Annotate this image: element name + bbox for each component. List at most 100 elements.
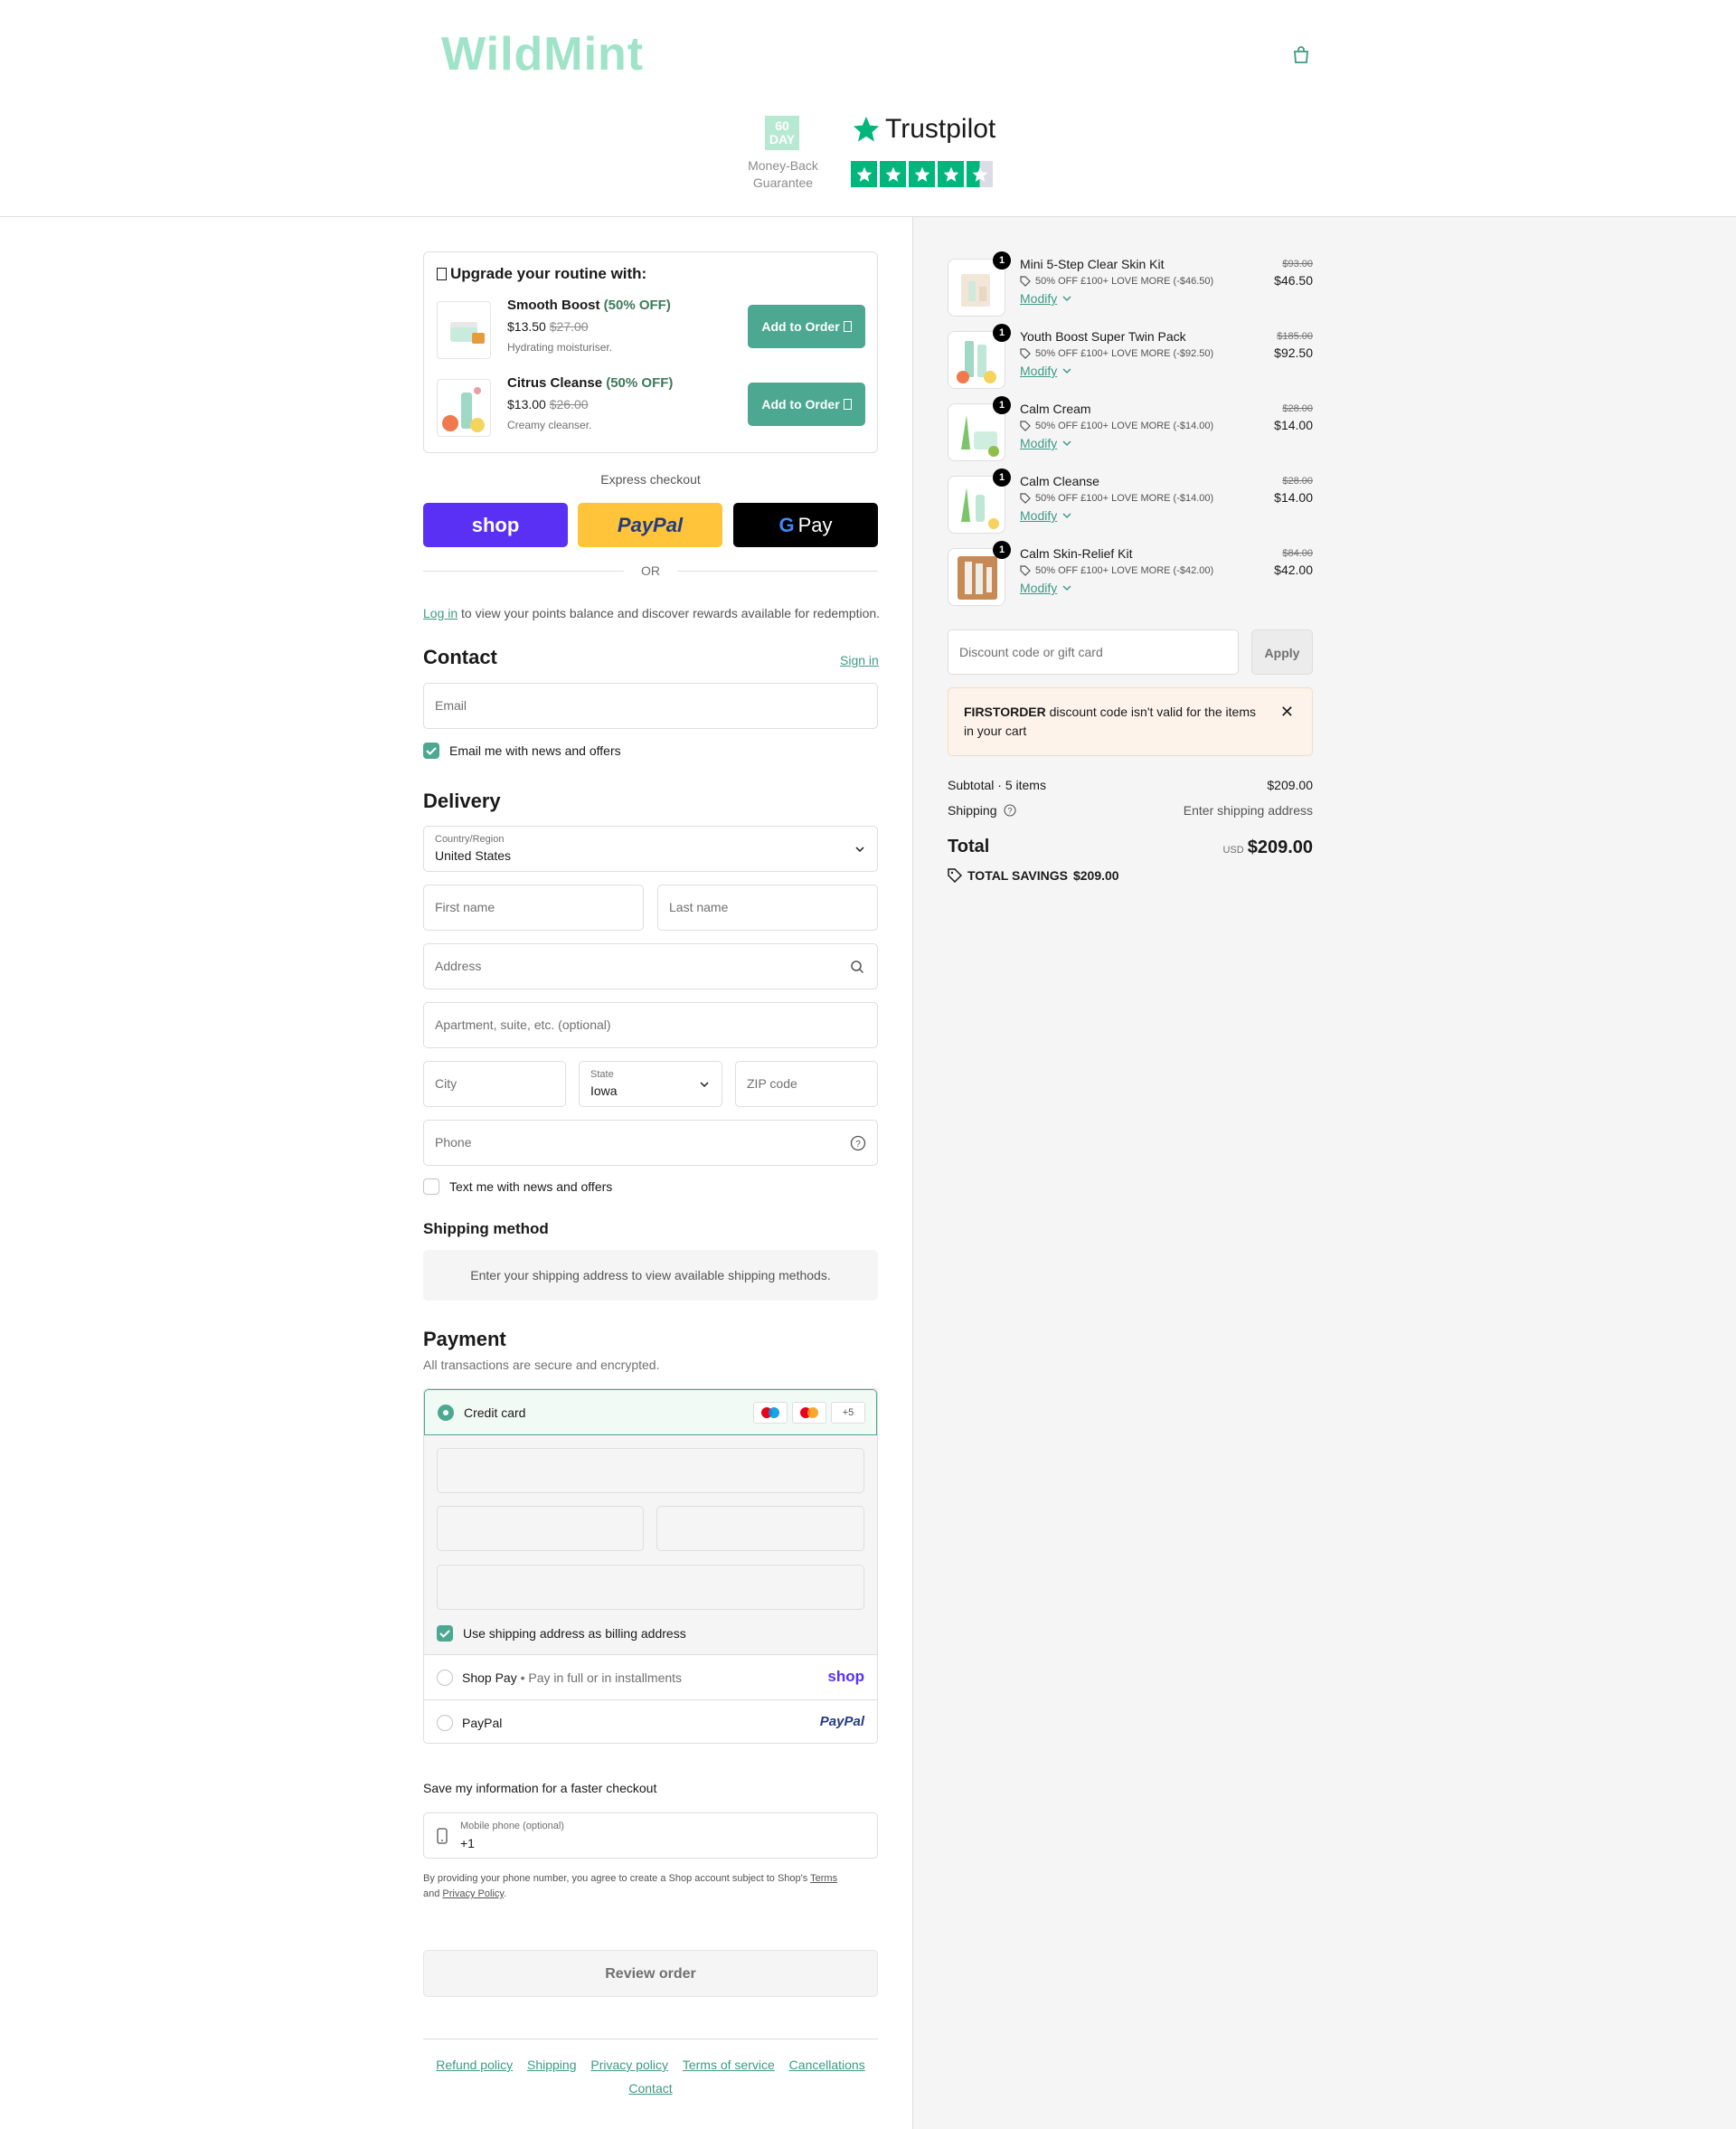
billing-address-checkbox[interactable] — [437, 1625, 453, 1642]
upsell-desc: Creamy cleanser. — [507, 419, 592, 431]
terms-link[interactable]: Terms — [810, 1873, 837, 1884]
item-old-price: $93.00 — [1282, 259, 1313, 270]
product-thumbnail — [437, 379, 491, 437]
shopping-bag-icon[interactable] — [1291, 45, 1311, 65]
item-old-price: $28.00 — [1282, 403, 1313, 414]
paypal-logo: PayPal — [819, 1714, 864, 1729]
shipping-link[interactable]: Shipping — [527, 2058, 577, 2072]
save-info-title: Save my information for a faster checkou… — [423, 1781, 657, 1795]
upsell-off: (50% OFF) — [603, 298, 671, 313]
contact-link[interactable]: Contact — [628, 2081, 672, 2096]
email-news-checkbox[interactable] — [423, 743, 439, 759]
quantity-badge: 1 — [993, 396, 1011, 414]
apartment-field[interactable]: Apartment, suite, etc. (optional) — [423, 1002, 878, 1048]
item-discount: 50% OFF £100+ LOVE MORE (-$14.00) — [1035, 493, 1214, 504]
log-in-link[interactable]: Log in — [423, 606, 458, 620]
item-discount: 50% OFF £100+ LOVE MORE (-$42.00) — [1035, 565, 1214, 576]
mastercard-icon — [792, 1402, 826, 1424]
tag-icon — [1020, 565, 1031, 576]
add-to-order-button[interactable]: Add to Order — [748, 305, 865, 348]
terms-of-service-link[interactable]: Terms of service — [683, 2058, 775, 2072]
quantity-badge: 1 — [993, 541, 1011, 559]
credit-card-option[interactable]: Credit card +5 — [424, 1389, 877, 1435]
modify-link[interactable]: Modify — [1020, 436, 1071, 450]
item-discount: 50% OFF £100+ LOVE MORE (-$46.50) — [1035, 276, 1214, 287]
payment-subtitle: All transactions are secure and encrypte… — [423, 1358, 660, 1372]
shipping-value: Enter shipping address — [1183, 803, 1313, 818]
check-icon — [439, 1630, 450, 1638]
item-name: Mini 5-Step Clear Skin Kit — [1020, 257, 1165, 271]
refund-policy-link[interactable]: Refund policy — [436, 2058, 513, 2072]
header: WildMint 60 DAY Money-Back Guarantee Tru… — [0, 0, 1736, 217]
state-select[interactable]: State Iowa — [579, 1061, 722, 1107]
gift-icon — [843, 321, 852, 332]
country-select[interactable]: Country/Region United States — [423, 826, 878, 872]
phone-field[interactable]: Phone ? — [423, 1120, 878, 1166]
total-row: Total USD $209.00 — [948, 837, 1313, 858]
upsell-name: Citrus Cleanse — [507, 375, 603, 391]
payment-title: Payment — [423, 1328, 506, 1350]
star-icon — [938, 161, 964, 187]
star-icon — [909, 161, 935, 187]
modify-link[interactable]: Modify — [1020, 581, 1071, 595]
email-field[interactable]: Email — [423, 683, 878, 729]
quantity-badge: 1 — [993, 251, 1011, 270]
zip-field[interactable]: ZIP code — [735, 1061, 878, 1107]
text-news-checkbox[interactable] — [423, 1178, 439, 1195]
discount-code-input[interactable]: Discount code or gift card — [948, 629, 1239, 675]
mobile-phone-field[interactable]: Mobile phone (optional) +1 — [423, 1812, 878, 1859]
item-name: Calm Skin-Relief Kit — [1020, 546, 1133, 561]
item-name: Youth Boost Super Twin Pack — [1020, 329, 1186, 344]
upsell-item: Smooth Boost (50% OFF) $13.50 $27.00 Hyd… — [437, 298, 865, 363]
card-number-field[interactable] — [437, 1448, 864, 1493]
city-field[interactable]: City — [423, 1061, 566, 1107]
add-to-order-button[interactable]: Add to Order — [748, 383, 865, 426]
tag-icon — [1020, 421, 1031, 431]
trustpilot-text: Trustpilot — [885, 114, 996, 144]
help-circle-icon[interactable]: ? — [1004, 804, 1016, 817]
modify-link[interactable]: Modify — [1020, 364, 1071, 378]
logo[interactable]: WildMint — [441, 27, 644, 81]
svg-text:?: ? — [1008, 807, 1013, 816]
credit-card-radio[interactable] — [438, 1405, 454, 1421]
address-field[interactable]: Address — [423, 943, 878, 989]
credit-card-form: Use shipping address as billing address — [424, 1435, 877, 1654]
shop-logo: shop — [827, 1668, 864, 1685]
expiration-field[interactable] — [437, 1506, 644, 1551]
close-icon[interactable]: ✕ — [1280, 703, 1294, 722]
help-circle-icon[interactable]: ? — [850, 1135, 866, 1151]
sign-in-link[interactable]: Sign in — [840, 653, 879, 667]
paypal-button[interactable]: PayPal — [578, 503, 722, 547]
shop-pay-radio[interactable] — [437, 1670, 453, 1686]
item-name: Calm Cream — [1020, 402, 1091, 416]
modify-link[interactable]: Modify — [1020, 508, 1071, 523]
subtotal-value: $209.00 — [1267, 778, 1313, 792]
name-on-card-field[interactable] — [437, 1565, 864, 1610]
tag-icon — [1020, 348, 1031, 359]
shop-pay-button[interactable]: shop — [423, 503, 568, 547]
last-name-field[interactable]: Last name — [657, 885, 878, 931]
first-name-field[interactable]: First name — [423, 885, 644, 931]
item-discount: 50% OFF £100+ LOVE MORE (-$92.50) — [1035, 348, 1214, 359]
paypal-radio[interactable] — [437, 1715, 453, 1731]
paypal-option[interactable]: PayPal PayPal — [424, 1699, 877, 1743]
paypal-label: PayPal — [462, 1716, 503, 1730]
total-value: $209.00 — [1247, 837, 1313, 857]
apply-button[interactable]: Apply — [1251, 629, 1313, 675]
discount-warning: FIRSTORDER discount code isn't valid for… — [948, 687, 1313, 756]
shipping-method-title: Shipping method — [423, 1220, 549, 1237]
chevron-down-icon — [700, 1082, 709, 1088]
google-pay-button[interactable]: G Pay — [733, 503, 878, 547]
privacy-policy-link[interactable]: Privacy policy — [590, 2058, 668, 2072]
privacy-policy-link[interactable]: Privacy Policy — [442, 1888, 504, 1899]
chevron-down-icon — [1062, 368, 1071, 374]
security-code-field[interactable] — [656, 1506, 864, 1551]
shop-pay-option[interactable]: Shop Pay • Pay in full or in installment… — [424, 1654, 877, 1699]
line-item: 1 Calm Cleanse 50% OFF £100+ LOVE MORE (… — [948, 468, 1313, 535]
upsell-old-price: $26.00 — [549, 397, 589, 412]
cancellations-link[interactable]: Cancellations — [789, 2058, 865, 2072]
mobile-phone-icon — [437, 1828, 448, 1844]
review-order-button[interactable]: Review order — [423, 1950, 878, 1997]
modify-link[interactable]: Modify — [1020, 291, 1071, 306]
chevron-down-icon — [1062, 296, 1071, 302]
